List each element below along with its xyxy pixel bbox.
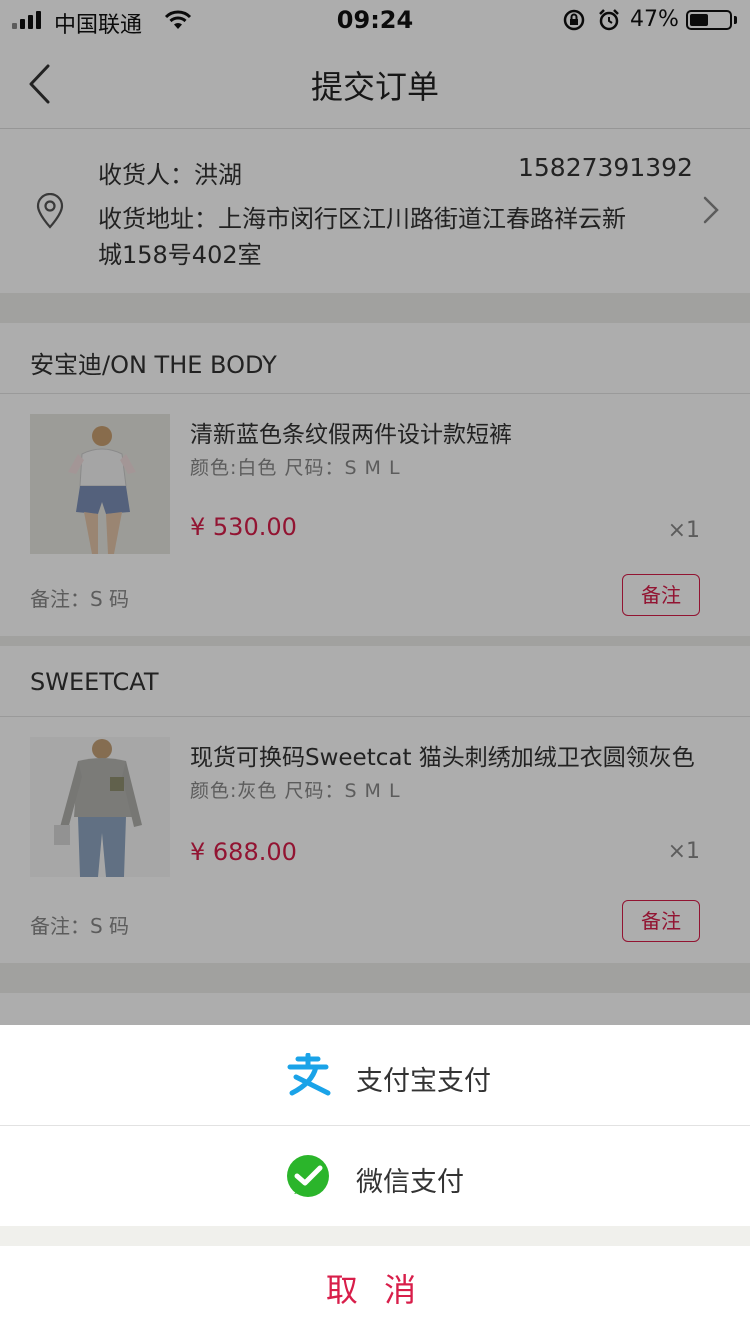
sheet-gap	[0, 1226, 750, 1246]
wechat-icon	[287, 1155, 329, 1197]
alipay-label: 支付宝支付	[356, 1066, 491, 1097]
modal-overlay[interactable]	[0, 0, 750, 1025]
alipay-option[interactable]: 支付宝支付	[0, 1025, 750, 1125]
wechat-pay-label: 微信支付	[356, 1167, 464, 1198]
alipay-icon	[287, 1053, 331, 1096]
wechat-pay-option[interactable]: 微信支付	[0, 1126, 750, 1226]
payment-action-sheet: 支付宝支付 微信支付 取 消	[0, 1025, 750, 1334]
cancel-button[interactable]: 取 消	[0, 1246, 750, 1334]
